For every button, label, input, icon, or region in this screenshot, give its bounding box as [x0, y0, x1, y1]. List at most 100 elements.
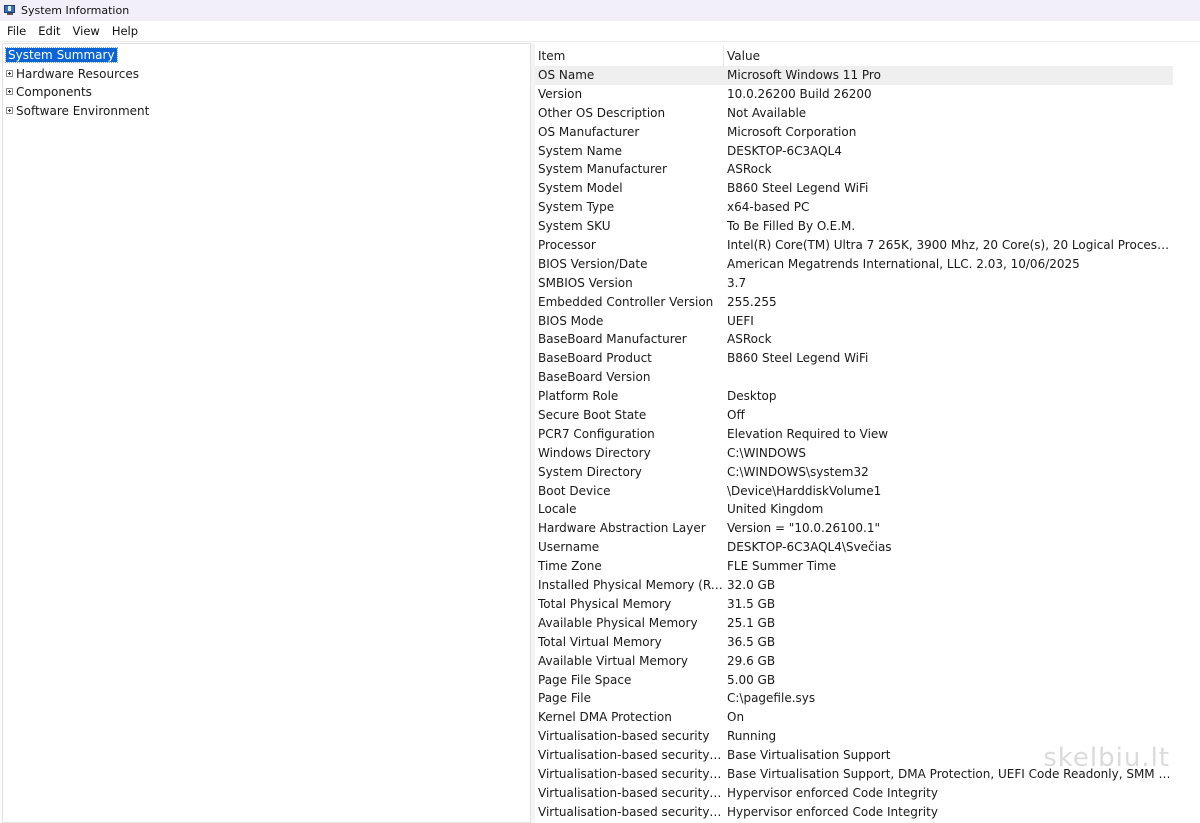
table-row[interactable]: Time Zone FLE Summer Time [535, 557, 1200, 576]
table-row[interactable]: BaseBoard Manufacturer ASRock [535, 330, 1200, 349]
table-row[interactable]: Available Virtual Memory 29.6 GB [535, 652, 1200, 671]
row-item-cell: Windows Directory [538, 445, 651, 460]
table-row[interactable]: Version 10.0.26200 Build 26200 [535, 85, 1200, 104]
table-row[interactable]: SMBIOS Version 3.7 [535, 274, 1200, 293]
table-row[interactable]: Other OS Description Not Available [535, 104, 1200, 123]
row-item-cell: Virtualisation-based security ser... [538, 804, 724, 819]
column-header-value[interactable]: Value [724, 46, 1174, 66]
table-row[interactable]: Locale United Kingdom [535, 500, 1200, 519]
row-item-cell: PCR7 Configuration [538, 426, 655, 441]
table-row[interactable]: System Manufacturer ASRock [535, 160, 1200, 179]
row-value-cell: UEFI [727, 313, 754, 328]
table-row[interactable]: Platform Role Desktop [535, 387, 1200, 406]
tree-item-system-summary[interactable]: System Summary [5, 46, 118, 63]
row-value-cell: ASRock [727, 332, 772, 347]
table-row[interactable]: Username DESKTOP-6C3AQL4\Svečias [535, 538, 1200, 557]
row-value-cell: American Megatrends International, LLC. … [727, 256, 1080, 271]
tree-item-hardware-resources[interactable]: Hardware Resources [6, 65, 141, 82]
row-item-cell: Available Physical Memory [538, 615, 698, 630]
row-item-cell: Page File [538, 691, 591, 706]
row-value-cell: FLE Summer Time [727, 559, 837, 574]
table-row[interactable]: Total Virtual Memory 36.5 GB [535, 633, 1200, 652]
row-value-cell: United Kingdom [727, 502, 824, 517]
menu-file[interactable]: File [0, 24, 31, 38]
row-value-cell: C:\pagefile.sys [727, 691, 816, 706]
row-value-cell: ASRock [727, 162, 772, 177]
title-bar[interactable]: System Information [0, 0, 1200, 21]
row-item-cell: BaseBoard Manufacturer [538, 332, 687, 347]
window-title: System Information [21, 4, 130, 17]
table-row[interactable]: Kernel DMA Protection On [535, 708, 1200, 727]
table-row[interactable]: System SKU To Be Filled By O.E.M. [535, 217, 1200, 236]
row-item-cell: Version [538, 86, 583, 101]
table-row[interactable]: Processor Intel(R) Core(TM) Ultra 7 265K,… [535, 236, 1200, 255]
table-row[interactable]: Page File Space 5.00 GB [535, 671, 1200, 690]
row-item-cell: System Type [538, 200, 615, 215]
row-item-cell: System Model [538, 181, 623, 196]
row-value-cell: DESKTOP-6C3AQL4\Svečias [727, 540, 892, 555]
table-row[interactable]: System Type x64-based PC [535, 198, 1200, 217]
table-row[interactable]: OS Manufacturer Microsoft Corporation [535, 123, 1200, 142]
row-value-cell: Not Available [727, 105, 807, 120]
row-item-cell: Secure Boot State [538, 408, 647, 423]
tree-item-label: System Summary [5, 46, 118, 63]
expand-plus-icon[interactable] [6, 88, 13, 95]
row-value-cell: Version = "10.0.26100.1" [727, 521, 881, 536]
row-value-cell: Elevation Required to View [727, 426, 889, 441]
table-row[interactable]: Virtualisation-based security ser... Hype… [535, 803, 1200, 822]
table-row[interactable]: Available Physical Memory 25.1 GB [535, 614, 1200, 633]
row-item-cell: BIOS Mode [538, 313, 604, 328]
table-row[interactable]: Secure Boot State Off [535, 406, 1200, 425]
table-row[interactable]: System Directory C:\WINDOWS\system32 [535, 463, 1200, 482]
column-header-item[interactable]: Item [535, 46, 724, 66]
row-item-cell: Time Zone [538, 559, 602, 574]
watermark: skelbiu.lt [1043, 743, 1170, 773]
table-row[interactable]: Virtualisation-based security ser... Hype… [535, 784, 1200, 803]
table-row[interactable]: BIOS Version/Date American Megatrends Int… [535, 255, 1200, 274]
row-item-cell: Virtualisation-based security av... [538, 766, 724, 781]
table-row[interactable]: BIOS Mode UEFI [535, 312, 1200, 331]
menu-view[interactable]: View [66, 24, 105, 38]
row-value-cell: x64-based PC [727, 200, 810, 215]
row-item-cell: BIOS Version/Date [538, 256, 648, 271]
row-value-cell: 36.5 GB [727, 634, 776, 649]
category-tree[interactable]: System Summary Hardware Resources Compon… [2, 43, 531, 823]
expand-plus-icon[interactable] [6, 107, 13, 114]
row-value-cell: C:\WINDOWS\system32 [727, 464, 869, 479]
row-item-cell: Kernel DMA Protection [538, 710, 672, 725]
row-item-cell: BaseBoard Version [538, 370, 651, 385]
row-value-cell: 29.6 GB [727, 653, 776, 668]
table-row[interactable]: Embedded Controller Version 255.255 [535, 293, 1200, 312]
table-row[interactable]: Total Physical Memory 31.5 GB [535, 595, 1200, 614]
row-value-cell: Microsoft Windows 11 Pro [727, 68, 881, 82]
expand-plus-icon[interactable] [6, 70, 13, 77]
table-row[interactable]: BaseBoard Version [535, 368, 1200, 387]
tree-item-label: Software Environment [16, 103, 150, 118]
table-row[interactable]: PCR7 Configuration Elevation Required to … [535, 425, 1200, 444]
table-row[interactable]: Boot Device \Device\HarddiskVolume1 [535, 482, 1200, 501]
details-list[interactable]: Item Value OS Name Microsoft Windows 11 P… [535, 43, 1200, 823]
row-item-cell: Total Virtual Memory [538, 634, 662, 649]
table-row[interactable]: System Model B860 Steel Legend WiFi [535, 179, 1200, 198]
table-row[interactable]: Page File C:\pagefile.sys [535, 689, 1200, 708]
table-row[interactable]: BaseBoard Product B860 Steel Legend WiFi [535, 349, 1200, 368]
row-item-cell: Available Virtual Memory [538, 653, 688, 668]
row-value-cell: On [727, 710, 745, 725]
menu-help[interactable]: Help [105, 24, 143, 38]
tree-item-label: Components [16, 84, 92, 99]
tree-item-software-environment[interactable]: Software Environment [6, 102, 151, 119]
table-row[interactable]: OS Name Microsoft Windows 11 Pro [535, 66, 1173, 85]
table-row[interactable]: Windows Directory C:\WINDOWS [535, 444, 1200, 463]
row-item-cell: Other OS Description [538, 105, 666, 120]
table-row[interactable]: System Name DESKTOP-6C3AQL4 [535, 142, 1200, 161]
table-row[interactable]: Installed Physical Memory (RAM) 32.0 GB [535, 576, 1200, 595]
row-item-cell: BaseBoard Product [538, 351, 652, 366]
menu-edit[interactable]: Edit [31, 24, 65, 38]
row-item-cell: System Name [538, 143, 622, 158]
row-value-cell: Desktop [727, 389, 777, 404]
row-item-cell: Installed Physical Memory (RAM) [538, 578, 724, 593]
tree-item-components[interactable]: Components [6, 83, 94, 100]
table-row[interactable]: Hardware Abstraction Layer Version = "10.… [535, 519, 1200, 538]
row-value-cell: To Be Filled By O.E.M. [727, 219, 856, 234]
row-value-cell: 5.00 GB [727, 672, 776, 687]
